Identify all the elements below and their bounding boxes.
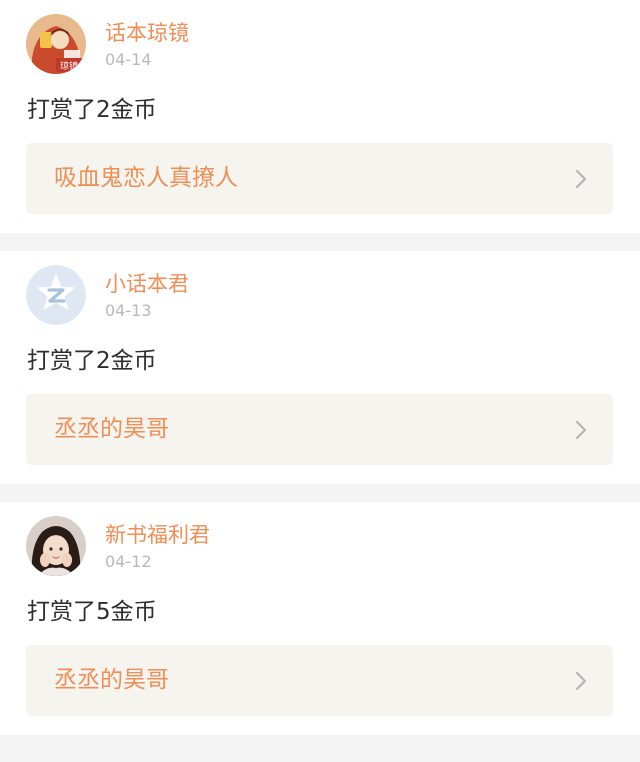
avatar-illustration: 琼镜 — [26, 14, 86, 74]
timestamp: 04-13 — [105, 301, 152, 320]
avatar[interactable]: 琼镜 — [26, 14, 86, 74]
reward-card: 新书福利君 04-12 打赏了5金币 丞丞的昊哥 — [0, 502, 640, 735]
avatar-photo — [26, 516, 86, 576]
book-title: 吸血鬼恋人真撩人 — [54, 165, 238, 191]
reward-text: 打赏了5金币 — [27, 599, 157, 625]
avatar[interactable] — [26, 516, 86, 576]
book-link[interactable]: 丞丞的昊哥 — [26, 394, 613, 465]
book-link[interactable]: 丞丞的昊哥 — [26, 645, 613, 716]
reward-feed: 琼镜 话本琼镜 04-14 打赏了2金币 吸血鬼恋人真撩人 小话本君 04-13… — [0, 0, 640, 735]
reward-card: 琼镜 话本琼镜 04-14 打赏了2金币 吸血鬼恋人真撩人 — [0, 0, 640, 233]
reward-text: 打赏了2金币 — [27, 348, 157, 374]
timestamp: 04-12 — [105, 552, 152, 571]
qq-z-logo-icon — [26, 265, 86, 325]
username[interactable]: 小话本君 — [105, 270, 189, 298]
timestamp: 04-14 — [105, 50, 152, 69]
book-title: 丞丞的昊哥 — [54, 667, 169, 693]
book-link[interactable]: 吸血鬼恋人真撩人 — [26, 143, 613, 214]
username[interactable]: 话本琼镜 — [105, 19, 189, 47]
username[interactable]: 新书福利君 — [105, 521, 210, 549]
reward-text: 打赏了2金币 — [27, 97, 157, 123]
chevron-right-icon — [575, 420, 587, 440]
avatar[interactable] — [26, 265, 86, 325]
chevron-right-icon — [575, 169, 587, 189]
reward-card: 小话本君 04-13 打赏了2金币 丞丞的昊哥 — [0, 251, 640, 484]
avatar-badge: 琼镜 — [60, 60, 78, 72]
book-title: 丞丞的昊哥 — [54, 416, 169, 442]
chevron-right-icon — [575, 671, 587, 691]
